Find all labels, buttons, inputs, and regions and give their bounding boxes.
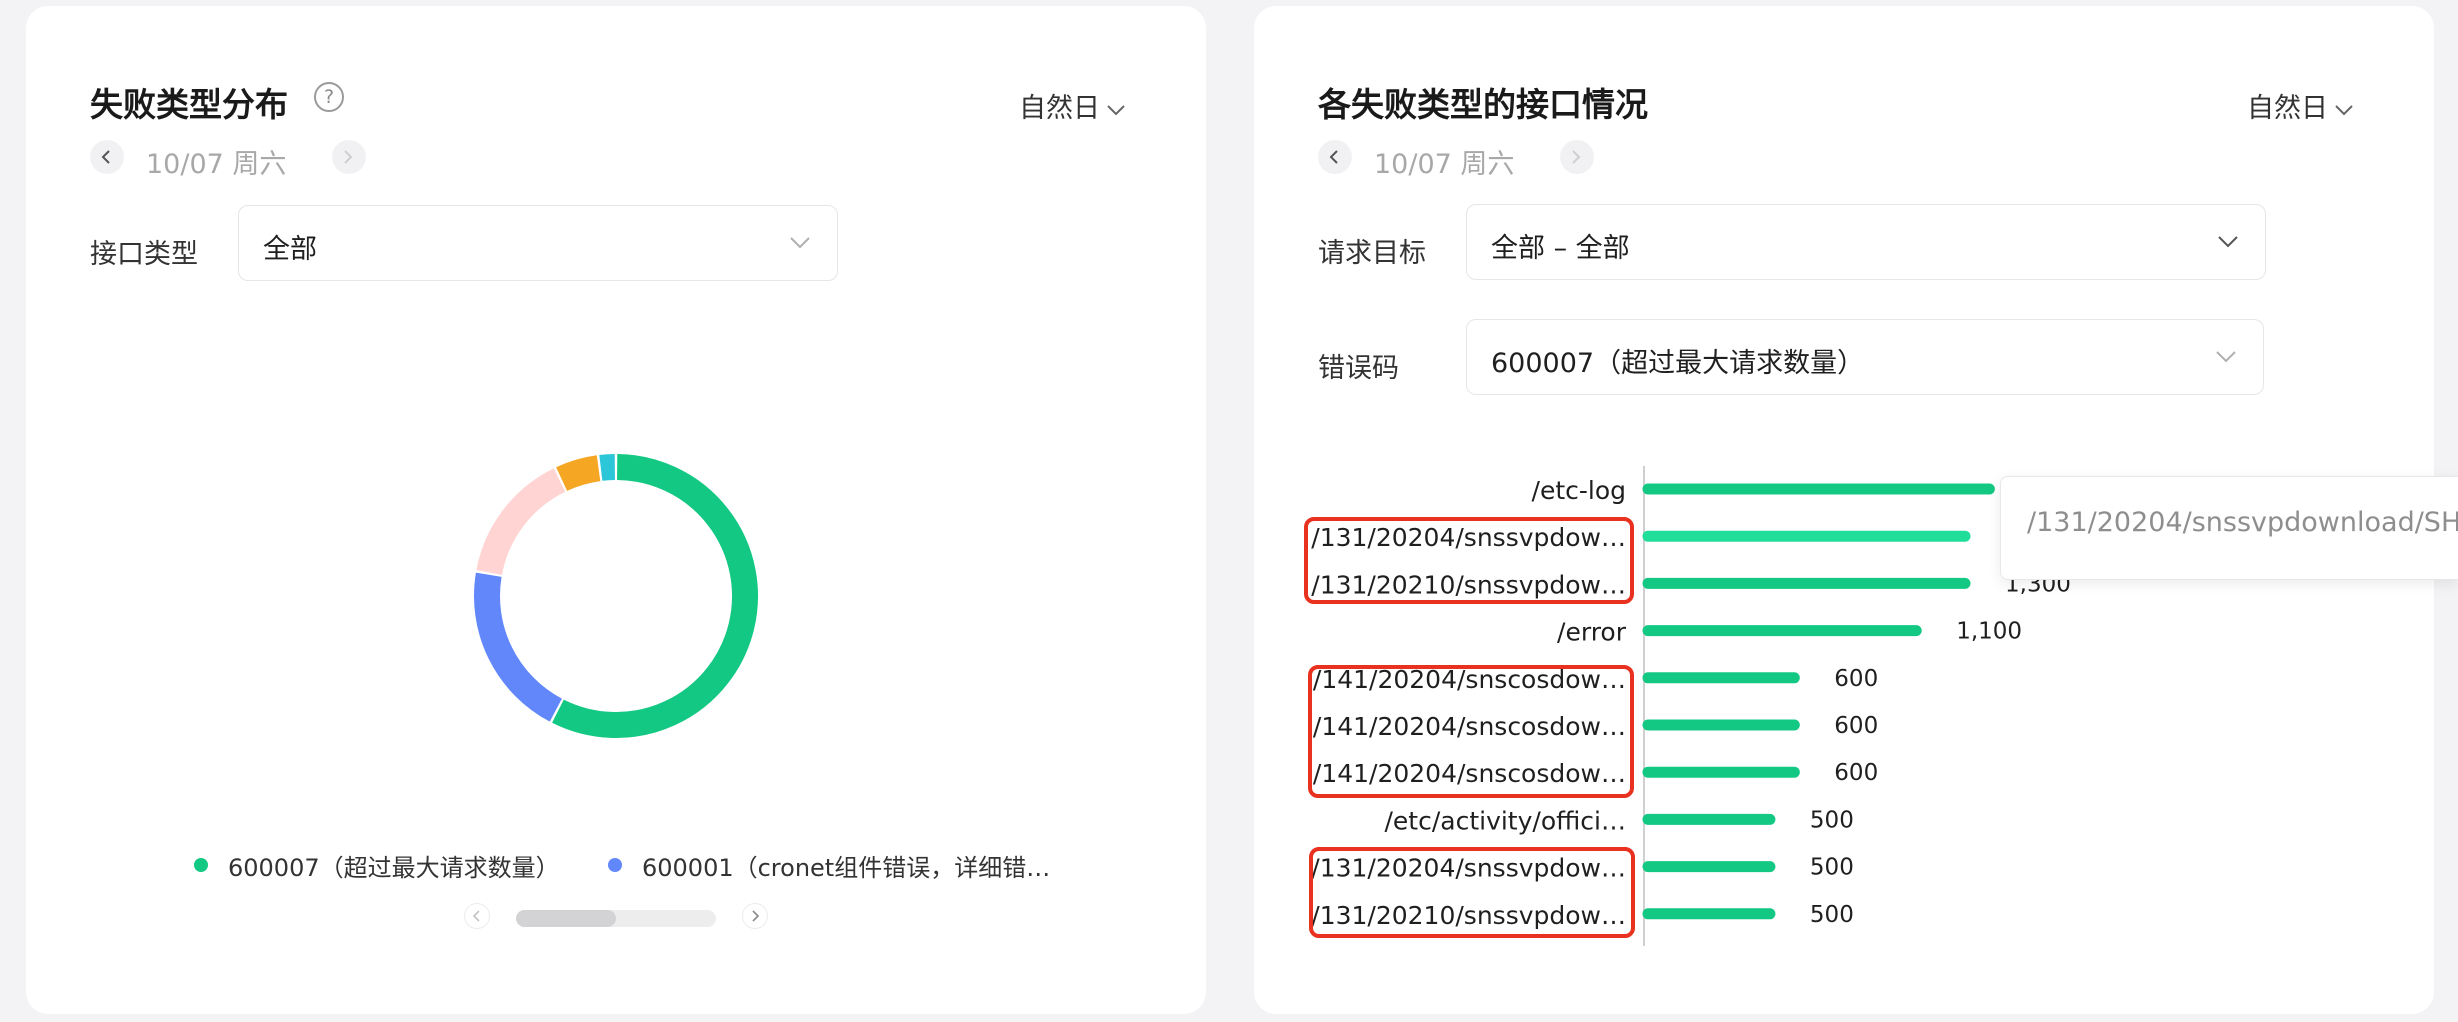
bar-value-label: 500 [1810, 807, 1854, 833]
highlight-box [1308, 665, 1634, 798]
donut-segment-4[interactable] [599, 454, 616, 481]
bar-value-label: 600 [1834, 713, 1878, 739]
legend-label: 600007（超过最大请求数量） [228, 854, 560, 882]
legend-next-button[interactable] [742, 903, 768, 929]
bar-value-label: 600 [1834, 666, 1878, 692]
tooltip-text: /131/20204/snssvpdownload/SH/ [2027, 507, 2458, 538]
donut-segment-3[interactable] [556, 455, 601, 491]
donut-segment-2[interactable] [476, 468, 566, 576]
failure-type-distribution-card: 失败类型分布 ? 自然日 10/07 周六 接口类型 全部 600007（超过最… [26, 6, 1206, 1014]
bar-value-label: 500 [1810, 902, 1854, 928]
chevron-right-icon [752, 910, 760, 922]
bar-value-label: 600 [1834, 760, 1878, 786]
legend-label: 600001（cronet组件错误，详细错… [642, 854, 1051, 882]
legend-prev-button[interactable] [464, 903, 490, 929]
bar-category-label: /etc-log [1532, 476, 1626, 505]
donut-segment-0[interactable] [552, 454, 758, 738]
highlight-box [1309, 847, 1635, 938]
chevron-left-icon [472, 910, 480, 922]
legend-scrollbar-thumb[interactable] [516, 910, 616, 927]
bar-value-label: 1,100 [1956, 619, 2022, 645]
legend-dot [194, 858, 208, 872]
bar-category-label: /etc/activity/offici… [1384, 806, 1626, 835]
highlight-box [1304, 517, 1634, 604]
legend-dot [608, 858, 622, 872]
donut-segment-1[interactable] [474, 572, 563, 722]
bar-category-label: /error [1557, 618, 1627, 647]
bar-tooltip: /131/20204/snssvpdownload/SH/ [2000, 476, 2458, 580]
legend-scrollbar[interactable] [516, 910, 716, 927]
bar-value-label: 500 [1810, 855, 1854, 881]
